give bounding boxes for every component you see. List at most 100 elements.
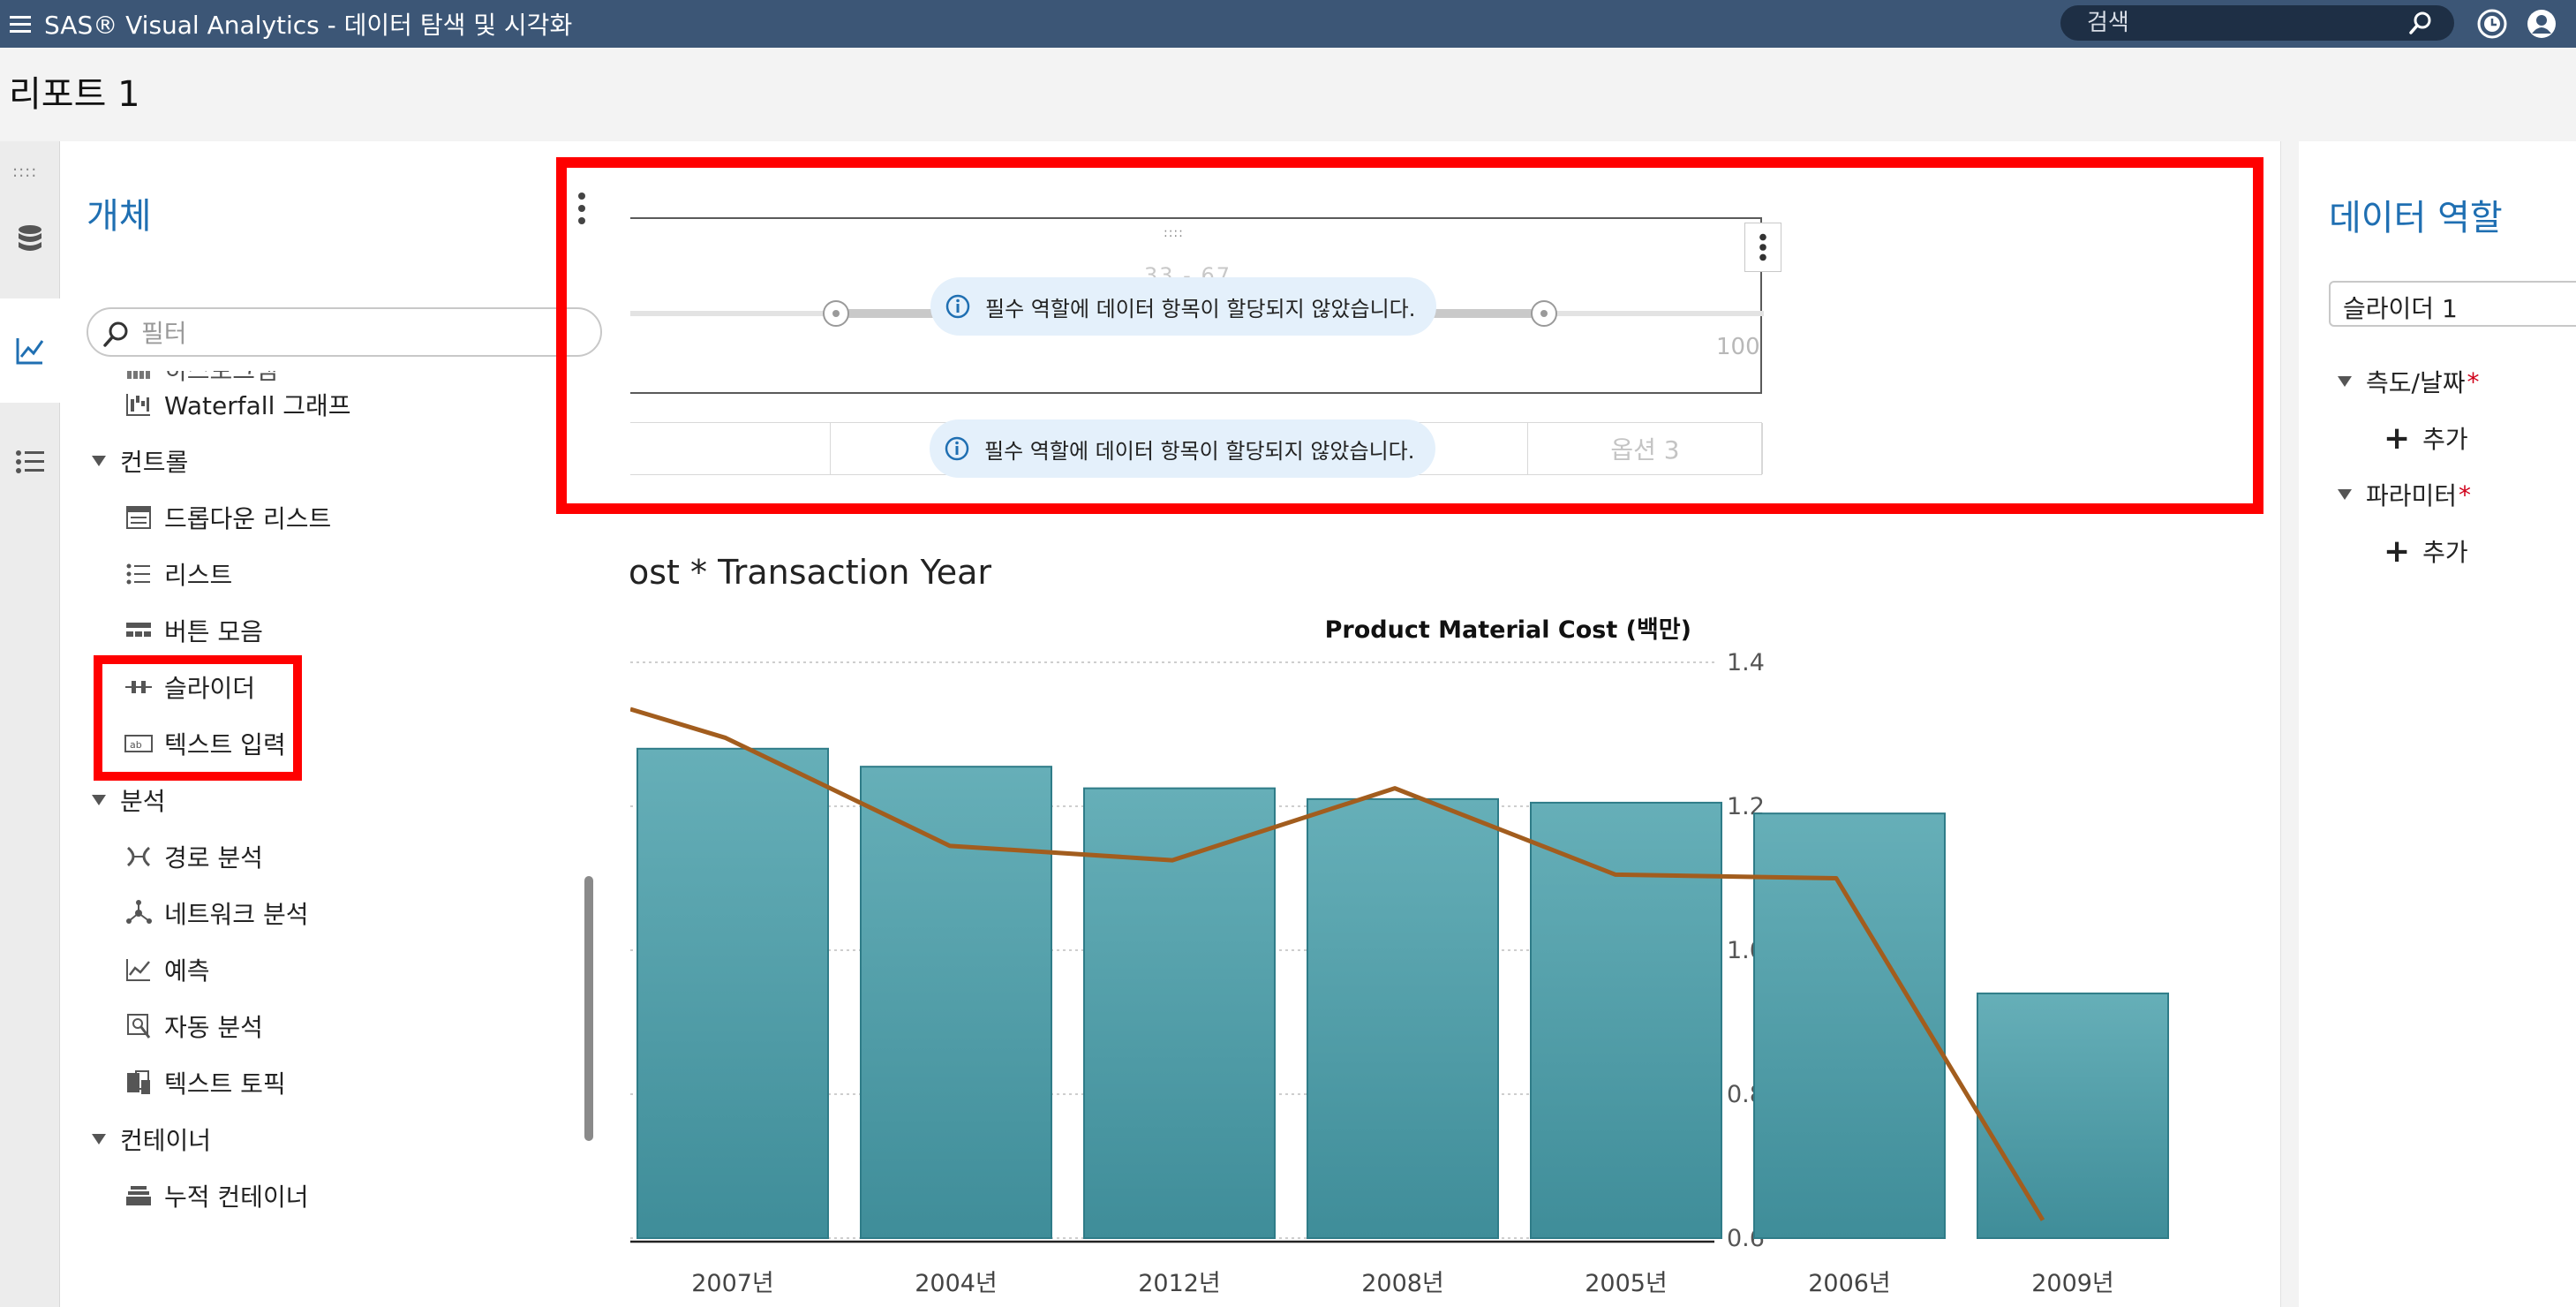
object-label: 텍스트 입력 [164,730,286,759]
app-header: SAS® Visual Analytics - 데이터 탐색 및 시각화 [0,0,2576,48]
x-axis-tick-label: 2008년 [1361,1270,1444,1297]
menu-icon[interactable] [0,0,41,48]
network-analysis-icon [122,899,155,927]
dropdown-list-icon [122,503,155,532]
chevron-down-icon [2338,376,2352,387]
object-selector[interactable]: 슬라이더 1 [2329,281,2576,327]
left-rail: :::: [0,141,60,1307]
objects-panel-title: 개체 [87,196,152,237]
role-section-measure-date[interactable]: 측도/날짜 * [2338,362,2479,401]
category-containers[interactable]: 컨테이너 [92,1120,211,1159]
category-analytics[interactable]: 분석 [92,781,166,820]
objects-scrollbar[interactable] [584,876,593,1141]
add-label: 추가 [2422,425,2468,454]
histogram-icon [122,371,155,383]
object-label: 슬라이더 [164,674,256,703]
report-title[interactable]: 리포트 1 [9,65,140,117]
roles-panel-title: 데이터 역할 [2329,198,2503,238]
object-item-path-analysis[interactable]: 경로 분석 [122,837,263,876]
slider-icon [122,673,155,701]
add-parameter-button[interactable]: + 추가 [2384,532,2468,570]
auto-analysis-icon [122,1012,155,1040]
object-label: 드롭다운 리스트 [164,504,332,533]
chart-bar [860,766,1052,1239]
role-section-parameter[interactable]: 파라미터 * [2338,475,2471,514]
chart-bar [1977,992,2169,1240]
data-icon [19,225,41,251]
history-icon[interactable] [2475,7,2509,41]
plus-icon: + [2384,419,2411,457]
object-item-network-analysis[interactable]: 네트워크 분석 [122,894,308,933]
y-axis-title: Product Material Cost (백만) [1325,616,1691,644]
more-options-icon[interactable] [576,191,588,226]
filter-input[interactable] [141,316,583,350]
waterfall-chart-icon [122,390,155,419]
add-measure-button[interactable]: + 추가 [2384,419,2468,457]
required-marker: * [2467,366,2480,397]
object-label: 리스트 [164,561,233,590]
search-icon [103,321,128,347]
data-roles-panel: 데이터 역할 슬라이더 1 측도/날짜 * + 추가 파라미터 * + 추가 [2299,141,2576,1307]
forecast-icon [122,956,155,984]
objects-filter[interactable] [87,307,602,357]
category-label: 컨트롤 [120,448,189,477]
add-label: 추가 [2422,538,2468,567]
search-icon[interactable] [2408,11,2433,35]
chart-bar [1530,801,1722,1239]
svg-text:ab: ab [130,739,142,751]
x-axis-tick-label: 2009년 [2031,1270,2114,1297]
object-item-button-bar[interactable]: 버튼 모음 [122,611,263,650]
text-topics-icon [122,1069,155,1097]
object-label: 예측 [164,956,210,986]
category-controls[interactable]: 컨트롤 [92,442,188,480]
chevron-down-icon [92,1134,106,1145]
object-label: 자동 분석 [164,1013,263,1042]
app-title: SAS® Visual Analytics - 데이터 탐색 및 시각화 [44,11,573,40]
global-search[interactable] [2060,5,2454,41]
outline-pane-tab[interactable] [0,410,60,514]
x-axis-tick-label: 2006년 [1808,1270,1891,1297]
text-input-icon: ab [122,729,155,758]
rail-grip-icon[interactable]: :::: [12,162,37,181]
search-input[interactable] [2087,9,2387,37]
objects-icon [16,338,44,365]
data-pane-tab[interactable] [0,187,60,291]
x-axis-tick-label: 2007년 [691,1270,774,1297]
role-label: 파라미터 [2366,481,2458,510]
object-label: 버튼 모음 [164,617,263,646]
objects-pane-tab[interactable] [0,298,60,403]
object-item-forecast[interactable]: 예측 [122,950,210,989]
stack-container-icon [122,1182,155,1210]
chart-bar [1307,797,1499,1239]
list-icon [122,560,155,588]
object-item-text-input[interactable]: ab 텍스트 입력 [122,724,286,763]
user-icon[interactable] [2525,7,2558,41]
object-label: 텍스트 토픽 [164,1069,286,1099]
object-item-dropdown-list[interactable]: 드롭다운 리스트 [122,498,331,537]
object-item-waterfall[interactable]: Waterfall 그래프 [122,385,351,424]
x-axis-tick-label: 2012년 [1138,1270,1221,1297]
object-label: Waterfall 그래프 [164,391,351,420]
y-axis-tick-label: 1.4 [1727,649,1765,676]
chevron-down-icon [92,795,106,805]
objects-list: 히스토그램 Waterfall 그래프 컨트롤 드롭다운 리스트 리스트 버튼 … [60,371,630,1307]
outline-icon [16,450,44,473]
chart-bar [636,747,829,1239]
x-axis-tick-label: 2005년 [1585,1270,1668,1297]
category-label: 분석 [120,787,166,816]
bar-line-chart[interactable]: 1.41.21.00.80.6Product Material Cost (백만… [630,141,2281,1307]
chevron-down-icon [92,456,106,466]
x-axis-tick-label: 2004년 [915,1270,998,1297]
object-item-slider[interactable]: 슬라이더 [122,668,255,706]
object-item-list[interactable]: 리스트 [122,555,232,593]
object-item-stack-container[interactable]: 누적 컨테이너 [122,1176,308,1215]
object-label: 경로 분석 [164,843,263,873]
button-bar-icon [122,616,155,645]
object-label: 네트워크 분석 [164,900,309,929]
objects-panel: 개체 히스토그램 Waterfall 그래프 컨트롤 드롭다운 리스트 리스트 … [60,141,630,1307]
object-label: 누적 컨테이너 [164,1182,309,1212]
object-item-text-topics[interactable]: 텍스트 토픽 [122,1063,286,1102]
object-item-auto-analysis[interactable]: 자동 분석 [122,1007,263,1046]
chevron-down-icon [2338,489,2352,500]
role-label: 측도/날짜 [2366,368,2466,397]
